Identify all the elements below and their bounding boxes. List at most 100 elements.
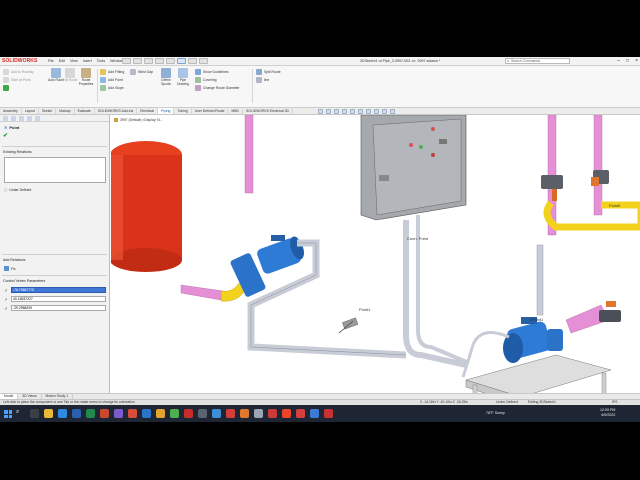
feature-tree-flyout[interactable]: 3997 (Default) <Display St... — [114, 118, 163, 122]
menu-view[interactable]: View — [70, 59, 78, 63]
minimize-icon[interactable]: – — [617, 58, 620, 64]
file-explorer-icon[interactable] — [44, 409, 53, 418]
pipe-segment[interactable] — [180, 284, 224, 301]
tab-layout[interactable]: Layout — [22, 108, 39, 114]
hide-show-icon[interactable] — [366, 109, 371, 114]
taskbar-clock[interactable]: 12:09 PM 6/9/2022 — [600, 408, 615, 418]
excel-icon[interactable] — [86, 409, 95, 418]
pipe-run-grey[interactable] — [403, 220, 467, 368]
tab-evaluate[interactable]: Evaluate — [75, 108, 95, 114]
config-manager-icon[interactable] — [19, 116, 24, 121]
tab-tubing[interactable]: Tubing — [174, 108, 192, 114]
tab-markup[interactable]: Markup — [56, 108, 75, 114]
param-x-input[interactable] — [11, 287, 106, 293]
display-style-icon[interactable] — [358, 109, 363, 114]
existing-relations-heading[interactable]: Existing Relations — [3, 150, 32, 154]
tab-piping[interactable]: Piping — [157, 108, 175, 114]
zoom-fit-icon[interactable] — [318, 109, 323, 114]
tank[interactable] — [110, 141, 182, 272]
add-fitting-button[interactable]: Add Fitting — [100, 69, 124, 75]
chrome-icon[interactable] — [170, 409, 179, 418]
scene-icon[interactable] — [382, 109, 387, 114]
param-z-input[interactable] — [11, 305, 106, 311]
menu-tools[interactable]: Tools — [97, 59, 105, 63]
search-input[interactable]: ⌕ Search Commands — [505, 58, 570, 64]
tab-assembly[interactable]: Assembly — [0, 108, 22, 114]
pipe-segment[interactable] — [536, 244, 544, 316]
start-button[interactable] — [4, 410, 12, 418]
app-icon[interactable] — [198, 409, 207, 418]
fix-relation-button[interactable]: Fix — [4, 266, 16, 271]
app-icon[interactable] — [268, 409, 277, 418]
add-relations-heading[interactable]: Add Relations — [3, 258, 25, 262]
powerpoint-icon[interactable] — [100, 409, 109, 418]
valve[interactable] — [599, 310, 621, 322]
view-orientation-icon[interactable] — [350, 109, 355, 114]
app-icon[interactable] — [240, 409, 249, 418]
line-button[interactable]: line — [256, 77, 269, 83]
add-to-routing-button[interactable]: Add to Routing — [3, 69, 33, 75]
close-icon[interactable]: × — [635, 58, 638, 64]
pipe-drawing-button[interactable]: Pipe Drawing — [175, 68, 191, 87]
pipe-segment[interactable] — [244, 114, 254, 194]
app-icon[interactable] — [254, 409, 263, 418]
tab-user-defined-route[interactable]: User Defined Route — [192, 108, 229, 114]
appearance-icon[interactable] — [374, 109, 379, 114]
app-icon[interactable] — [296, 409, 305, 418]
tab-mbd[interactable]: MBD — [228, 108, 243, 114]
covering-button[interactable]: Covering — [195, 77, 217, 83]
route-properties-button[interactable]: Route Properties — [78, 68, 94, 87]
app-icon[interactable] — [324, 409, 333, 418]
fitting-run[interactable] — [543, 200, 640, 231]
solidworks-taskbar-icon[interactable] — [184, 409, 193, 418]
menu-file[interactable]: File — [48, 59, 54, 63]
exit-sketch-button[interactable] — [3, 85, 9, 91]
edit-route-button[interactable]: Edit Route — [62, 68, 78, 83]
split-route-button[interactable]: Split Route — [256, 69, 281, 75]
app-icon[interactable] — [142, 409, 151, 418]
teams-icon[interactable] — [114, 409, 123, 418]
property-manager-icon[interactable] — [11, 116, 16, 121]
add-slope-button[interactable]: Add Slope — [100, 85, 124, 91]
tab-addins[interactable]: SOLIDWORKS Add-Ins — [95, 108, 138, 114]
view-settings-icon[interactable] — [390, 109, 395, 114]
task-view-icon[interactable] — [30, 409, 39, 418]
display-manager-icon[interactable] — [35, 116, 40, 121]
app-icon[interactable] — [212, 409, 221, 418]
taskbar-search-icon[interactable]: ⌕ — [16, 409, 19, 416]
dimxpert-icon[interactable] — [27, 116, 32, 121]
valve-handle[interactable] — [606, 301, 616, 307]
select-icon[interactable] — [177, 58, 186, 64]
maximize-icon[interactable]: □ — [626, 58, 629, 64]
pipe-segment[interactable] — [593, 114, 603, 216]
new-icon[interactable] — [122, 58, 131, 64]
add-point-button[interactable]: Add Point — [100, 77, 123, 83]
existing-relations-list[interactable] — [4, 157, 106, 183]
weather-widget[interactable]: 78°F Sunny — [486, 411, 505, 415]
graphics-area[interactable]: Point1 Point0 CPoint1 Conn. Point — [110, 114, 640, 422]
open-icon[interactable] — [133, 58, 142, 64]
print-icon[interactable] — [155, 58, 164, 64]
save-icon[interactable] — [144, 58, 153, 64]
zoom-area-icon[interactable] — [326, 109, 331, 114]
app-icon[interactable] — [226, 409, 235, 418]
tab-sketch[interactable]: Sketch — [39, 108, 57, 114]
ok-button[interactable]: ✔ — [3, 132, 8, 139]
undo-icon[interactable] — [166, 58, 175, 64]
section-view-icon[interactable] — [342, 109, 347, 114]
weld-gap-button[interactable]: Weld Gap — [130, 69, 153, 75]
show-guidelines-button[interactable]: Show Guidelines — [195, 69, 228, 75]
edge-icon[interactable] — [58, 409, 67, 418]
app-icon[interactable] — [156, 409, 165, 418]
feature-tree-icon[interactable] — [3, 116, 8, 121]
valve[interactable] — [338, 317, 359, 334]
menu-insert[interactable]: Insert — [83, 59, 92, 63]
tab-electrical[interactable]: Electrical — [137, 108, 158, 114]
previous-view-icon[interactable] — [334, 109, 339, 114]
tab-electrical-3d[interactable]: SOLIDWORKS Electrical 3D — [243, 108, 293, 114]
start-at-point-button[interactable]: Start at Point — [3, 77, 31, 83]
define-spools-button[interactable]: Define Spools — [158, 68, 174, 87]
param-y-input[interactable] — [11, 296, 106, 302]
menu-edit[interactable]: Edit — [59, 59, 65, 63]
app-icon[interactable] — [310, 409, 319, 418]
